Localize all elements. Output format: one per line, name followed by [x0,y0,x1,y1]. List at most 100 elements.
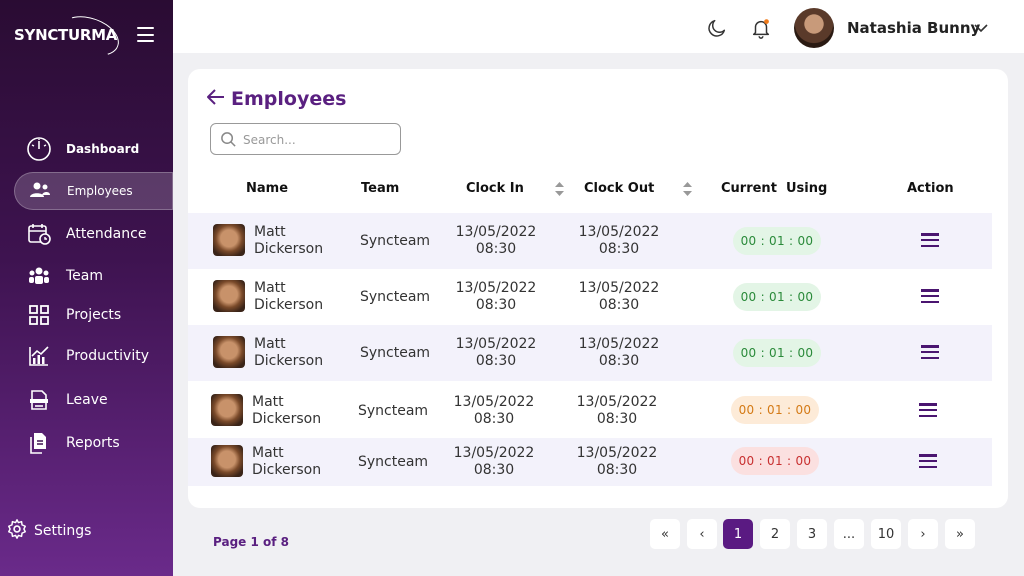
next-page-button[interactable]: › [908,519,938,549]
notification-bell-icon[interactable] [750,17,772,39]
sidebar-item-productivity[interactable]: Productivity [14,337,173,375]
column-header-current-using[interactable]: Current Using [721,181,827,196]
employee-team: Syncteam [360,233,431,249]
page-button-10[interactable]: 10 [871,519,901,549]
table-row[interactable]: Matt Dickerson Syncteam 13/05/2022 08:30 1… [188,438,992,486]
current-using-badge: 00 : 01 : 00 [733,283,821,311]
clock-in-value: 13/05/2022 08:30 [455,280,537,313]
employee-name: Matt Dickerson [254,280,324,313]
clock-in-value: 13/05/2022 08:30 [453,394,535,427]
employees-card: Employees Name Team Clock In Clock Out C… [188,69,1008,508]
first-page-button[interactable]: « [650,519,680,549]
menu-toggle-icon[interactable] [137,27,154,42]
current-using-badge: 00 : 01 : 00 [733,339,821,367]
clock-out-value: 13/05/2022 08:30 [576,394,658,427]
chevron-down-icon[interactable] [973,20,989,36]
page-button-2[interactable]: 2 [760,519,790,549]
current-using-badge: 00 : 01 : 00 [733,227,821,255]
back-arrow-icon[interactable] [206,87,226,107]
table-row[interactable]: Matt Dickerson Syncteam 13/05/2022 08:30 1… [188,213,992,269]
sidebar-item-settings[interactable]: Settings [6,518,91,544]
page-button-3[interactable]: 3 [797,519,827,549]
dashboard-gauge-icon [26,136,52,162]
search-input[interactable] [243,130,393,150]
employee-team: Syncteam [358,403,429,419]
search-icon [220,131,237,148]
employee-avatar [213,224,245,256]
employee-avatar [213,280,245,312]
sidebar-item-label: Projects [66,307,122,323]
dark-mode-moon-icon[interactable] [706,17,728,39]
current-using-badge: 00 : 01 : 00 [731,396,819,424]
sidebar: SYNCTURMA Dashboard Employees Attendance… [0,0,173,576]
column-header-name[interactable]: Name [246,181,288,196]
clock-out-value: 13/05/2022 08:30 [578,336,660,369]
row-menu-icon[interactable] [919,454,937,468]
clock-out-value: 13/05/2022 08:30 [578,224,660,257]
sidebar-item-label: Productivity [66,348,149,364]
sidebar-item-employees[interactable]: Employees [14,172,173,210]
employees-group-icon [27,178,53,204]
sidebar-item-label: Leave [66,392,108,408]
row-menu-icon[interactable] [921,233,939,247]
leave-icon [26,387,52,413]
current-using-badge: 00 : 01 : 00 [731,447,819,475]
sidebar-item-projects[interactable]: Projects [14,296,173,334]
employee-avatar [213,336,245,368]
sidebar-item-label: Dashboard [66,142,140,156]
employee-name: Matt Dickerson [254,336,324,369]
page-button-1[interactable]: 1 [723,519,753,549]
user-name[interactable]: Natashia Bunny [847,19,980,37]
column-header-action: Action [907,181,954,196]
employee-name: Matt Dickerson [252,445,322,478]
user-avatar[interactable] [794,8,834,48]
prev-page-button[interactable]: ‹ [687,519,717,549]
page-info: Page 1 of 8 [213,535,289,549]
reports-icon [26,430,52,456]
clock-out-value: 13/05/2022 08:30 [576,445,658,478]
employee-avatar [211,445,243,477]
employee-avatar [211,394,243,426]
sidebar-item-attendance[interactable]: Attendance [14,215,173,253]
column-header-clock-in[interactable]: Clock In [466,181,524,196]
sort-icon[interactable] [555,181,564,196]
column-header-clock-out[interactable]: Clock Out [584,181,654,196]
employee-team: Syncteam [360,289,431,305]
employee-team: Syncteam [360,345,431,361]
table-row[interactable]: Matt Dickerson Syncteam 13/05/2022 08:30 1… [188,381,992,438]
employee-team: Syncteam [358,454,429,470]
logo-orbit-icon [55,8,125,64]
chart-up-icon [26,343,52,369]
top-header: Natashia Bunny [173,0,1024,53]
sidebar-item-label: Attendance [66,226,147,242]
page-ellipsis[interactable]: ... [834,519,864,549]
row-menu-icon[interactable] [921,345,939,359]
sidebar-item-dashboard[interactable]: Dashboard [14,130,173,168]
sidebar-item-leave[interactable]: Leave [14,381,173,419]
sidebar-item-label: Team [66,268,104,284]
last-page-button[interactable]: » [945,519,975,549]
clock-in-value: 13/05/2022 08:30 [453,445,535,478]
employee-name: Matt Dickerson [254,224,324,257]
clock-out-value: 13/05/2022 08:30 [578,280,660,313]
sidebar-item-label: Reports [66,435,120,451]
gear-icon [6,518,28,544]
sort-icon[interactable] [683,181,692,196]
search-box[interactable] [210,123,401,155]
sidebar-item-label: Employees [67,184,133,198]
page-title: Employees [231,88,347,110]
column-header-team[interactable]: Team [361,181,399,196]
row-menu-icon[interactable] [919,403,937,417]
grid-icon [26,302,52,328]
calendar-clock-icon [26,221,52,247]
table-row[interactable]: Matt Dickerson Syncteam 13/05/2022 08:30 1… [188,269,992,325]
clock-in-value: 13/05/2022 08:30 [455,336,537,369]
clock-in-value: 13/05/2022 08:30 [455,224,537,257]
team-icon [26,263,52,289]
settings-label: Settings [34,523,92,539]
sidebar-item-team[interactable]: Team [14,257,173,295]
employee-name: Matt Dickerson [252,394,322,427]
sidebar-item-reports[interactable]: Reports [14,424,173,462]
table-row[interactable]: Matt Dickerson Syncteam 13/05/2022 08:30 1… [188,325,992,381]
row-menu-icon[interactable] [921,289,939,303]
